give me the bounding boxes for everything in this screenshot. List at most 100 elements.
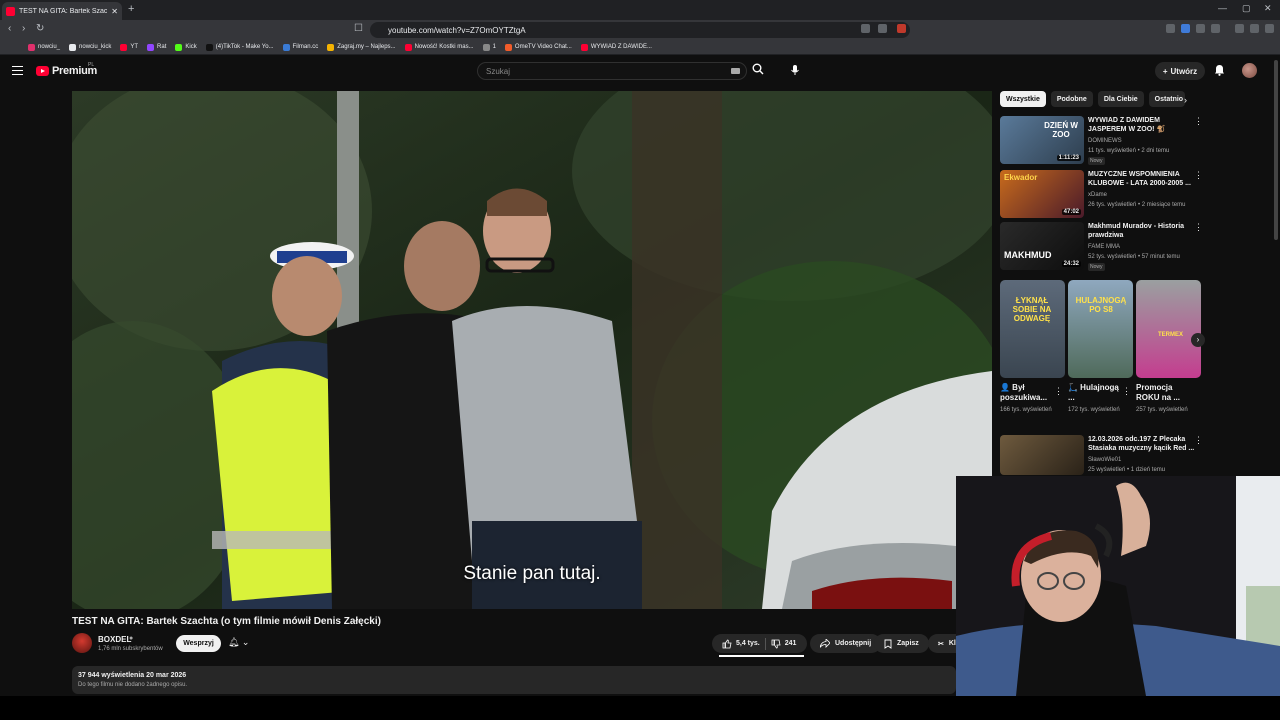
like-bar	[719, 655, 804, 657]
more-options-icon[interactable]: ⋮	[1194, 116, 1203, 127]
bookmark-item[interactable]: nowciu_kick	[69, 43, 111, 51]
bookmark-item[interactable]: Filman.cc	[282, 43, 318, 51]
channel-name[interactable]: BOXDEL	[98, 635, 131, 644]
youtube-premium-logo[interactable]: Premium PL	[36, 62, 97, 77]
video-frame	[72, 91, 992, 609]
minimize-icon[interactable]: —	[1218, 3, 1227, 13]
chevron-right-icon[interactable]: ›	[1184, 95, 1187, 105]
chip-for-you[interactable]: Dla Ciebie	[1097, 91, 1144, 107]
search-icon[interactable]	[752, 63, 764, 78]
bookmark-item[interactable]: YT	[120, 43, 138, 51]
create-button[interactable]: + Utwórz	[1155, 62, 1205, 80]
short-views: 257 tys. wyświetleń	[1136, 407, 1188, 413]
subscription-bell-icon[interactable]: 🔔︎ ⌄	[228, 637, 249, 648]
share-page-icon[interactable]	[878, 24, 887, 33]
media-icon[interactable]	[1235, 24, 1244, 33]
bookmark-item[interactable]: (4)TikTok - Make Yo...	[205, 43, 274, 51]
recommended-video[interactable]: MAKHMUD 24:32 Makhmud Muradov - Historia…	[1000, 222, 1205, 272]
more-options-icon[interactable]: ⋮	[1122, 386, 1131, 397]
back-icon[interactable]: ‹	[8, 23, 11, 34]
close-window-icon[interactable]: ✕	[1264, 3, 1272, 14]
bookmark-item[interactable]: nowciu_	[28, 43, 60, 51]
chip-recent[interactable]: Ostatnio	[1148, 91, 1185, 107]
game-icon	[327, 43, 335, 51]
address-bar[interactable]: youtube.com/watch?v=Z7OmOYTZtgA	[370, 22, 910, 38]
chevron-right-icon[interactable]: ›	[1191, 333, 1205, 347]
close-tab-icon[interactable]: ✕	[111, 7, 118, 16]
recommended-video[interactable]: DZIEŃ W ZOO 1:11:23 WYWIAD Z DAWIDEM JAS…	[1000, 116, 1205, 166]
webcam-feed	[956, 476, 1280, 696]
share-button[interactable]: Udostępnij	[810, 634, 882, 653]
account-avatar[interactable]	[1242, 63, 1257, 78]
bookmark-item[interactable]: Rat	[147, 43, 166, 51]
more-options-icon[interactable]: ⋮	[1194, 170, 1203, 181]
short-thumbnail[interactable]: ŁYKNĄŁ SOBIE NA ODWAGĘ	[1000, 280, 1065, 378]
video-player[interactable]: Stanie pan tutaj.	[72, 91, 992, 609]
tab-title: TEST NA GITA: Bartek Szachta	[19, 7, 108, 15]
video-title: TEST NA GITA: Bartek Szachta (o tym film…	[72, 616, 381, 627]
save-button[interactable]: Zapisz	[874, 634, 929, 653]
like-button[interactable]: 5,4 tys.	[722, 639, 760, 649]
extension-icon[interactable]	[897, 24, 906, 33]
ometv-icon	[504, 43, 512, 51]
bookmark-item[interactable]: Kick	[175, 43, 197, 51]
filman-icon	[282, 43, 290, 51]
channel-avatar[interactable]	[72, 633, 92, 653]
thumbnail-text: TERMEX	[1158, 332, 1184, 338]
extensions-puzzle-icon[interactable]	[1196, 24, 1205, 33]
reload-icon[interactable]: ↻	[36, 23, 44, 34]
short-thumbnail[interactable]: HULAJNOGĄ PO S8	[1068, 280, 1133, 378]
bookmark-star-icon[interactable]: ☐	[354, 23, 363, 34]
channel-name: SławoWie01	[1088, 457, 1122, 463]
video-meta: 11 tys. wyświetleń • 2 dni temu	[1088, 148, 1170, 154]
page-scrollbar[interactable]	[1274, 60, 1278, 240]
forward-icon[interactable]: ›	[22, 23, 25, 34]
twitch-icon	[147, 43, 155, 51]
video-duration: 24:32	[1061, 261, 1081, 267]
profile-icon[interactable]	[1250, 24, 1259, 33]
video-title: 12.03.2026 odc.197 Z Plecaka Stasiaka mu…	[1088, 436, 1195, 452]
extension-icon[interactable]	[1181, 24, 1190, 33]
filter-chips: Wszystkie Podobne Dla Ciebie Ostatnio	[1000, 91, 1185, 107]
maximize-icon[interactable]: ▢	[1242, 3, 1251, 14]
video-title: Makhmud Muradov - Historia prawdziwa	[1088, 223, 1185, 239]
channel-name: xDame	[1088, 192, 1108, 198]
extension-icon[interactable]	[1166, 24, 1175, 33]
search-placeholder: Szukaj	[486, 66, 511, 76]
hamburger-menu-icon[interactable]	[12, 66, 23, 75]
more-options-icon[interactable]: ⋮	[1054, 386, 1063, 397]
thumbnail-text: HULAJNOGĄ PO S8	[1075, 296, 1127, 314]
sidebar-icon[interactable]	[1211, 24, 1220, 33]
microphone-icon[interactable]	[788, 63, 802, 77]
video-thumbnail: MAKHMUD 24:32	[1000, 222, 1084, 270]
bookmark-item[interactable]: WYWIAD Z DAWIDE...	[580, 43, 652, 51]
menu-icon[interactable]	[1265, 24, 1274, 33]
dislike-button[interactable]: 241	[771, 639, 796, 649]
join-button[interactable]: Wesprzyj	[176, 635, 221, 652]
channel-name: DOMINEWS	[1088, 138, 1122, 144]
bookmark-item[interactable]: OmeTV Video Chat...	[504, 43, 572, 51]
description-box[interactable]	[72, 666, 956, 694]
clip-button[interactable]: ✂ Kl	[928, 634, 956, 653]
chip-related[interactable]: Podobne	[1050, 91, 1093, 107]
bookmark-item[interactable]: Nowość! Kostki mas...	[404, 43, 474, 51]
youtube-icon	[120, 43, 128, 51]
thumbnail-text: Ekwador	[1004, 173, 1038, 182]
cast-icon[interactable]	[861, 24, 870, 33]
bookmark-item[interactable]: 1	[482, 43, 496, 51]
recommended-video[interactable]: Ekwador 47:02 MUZYCZNE WSPOMNIENIA KLUBO…	[1000, 170, 1205, 220]
short-thumbnail[interactable]: TERMEX	[1136, 280, 1201, 378]
browser-tab[interactable]: TEST NA GITA: Bartek Szachta ✕	[2, 2, 122, 20]
bookmark-item[interactable]: Zagraj.my – Najleps...	[327, 43, 396, 51]
keyboard-icon[interactable]	[731, 68, 740, 74]
new-tab-icon[interactable]: +	[128, 3, 134, 15]
chip-all[interactable]: Wszystkie	[1000, 91, 1046, 107]
notifications-bell-icon[interactable]	[1214, 64, 1225, 79]
more-options-icon[interactable]: ⋮	[1194, 222, 1203, 233]
tiktok-icon	[205, 43, 213, 51]
thumbs-up-icon	[722, 639, 732, 648]
video-subtitle: Stanie pan tutaj.	[463, 563, 601, 584]
search-input[interactable]: Szukaj	[477, 62, 747, 80]
more-options-icon[interactable]: ⋮	[1194, 435, 1203, 446]
bookmarks-bar: nowciu_ nowciu_kick YT Rat Kick (4)TikTo…	[0, 40, 1280, 55]
